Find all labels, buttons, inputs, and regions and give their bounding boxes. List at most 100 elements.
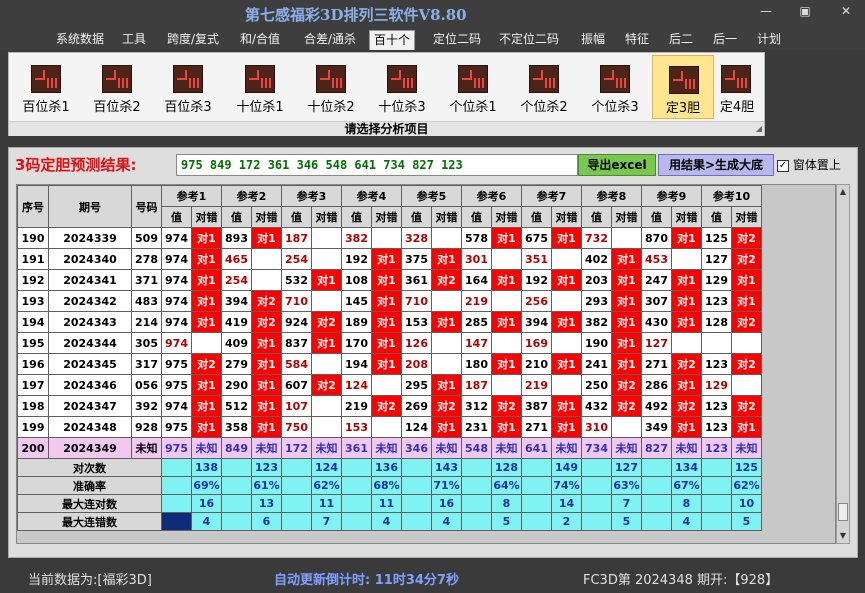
ref-value-cell: 123 (701, 437, 732, 459)
export-excel-button[interactable]: 导出excel (578, 154, 656, 176)
table-row[interactable]: 197 2024346 056 975 对1 290 对1 607 对2 124 295 对1 187 2… (17, 374, 762, 396)
ref-check-cell: 对2 (731, 248, 762, 270)
ref-value-cell: 219 (461, 290, 492, 312)
ref-check-cell: 对1 (371, 332, 402, 354)
column-header: 期号 (48, 185, 132, 228)
ribbon-button[interactable]: 百位杀1 (15, 55, 77, 119)
ref-value-cell: 974 (161, 395, 192, 417)
stats-spacer (701, 458, 732, 477)
stats-spacer (521, 458, 552, 477)
ref-value-cell: 974 (161, 290, 192, 312)
table-row[interactable]: 193 2024342 483 974 对1 394 对2 710 145 对1 710 219 256… (17, 290, 762, 312)
menu-item[interactable]: 系统数据 (52, 30, 108, 50)
ribbon-button[interactable]: 十位杀1 (229, 55, 291, 119)
ref-check-cell: 未知 (191, 437, 222, 459)
ribbon-button[interactable]: 百位杀2 (86, 55, 148, 119)
menu-item[interactable]: 百十个 (369, 30, 416, 50)
ref-check-cell: 对1 (251, 227, 282, 249)
ref-check-cell: 对2 (311, 374, 342, 396)
ribbon-button[interactable]: 个位杀2 (513, 55, 575, 119)
table-row[interactable]: 194 2024343 214 974 对1 419 对2 924 对2 189 对1 153 对1 28… (17, 311, 762, 333)
table-row[interactable]: 192 2024341 371 974 对1 254 532 对1 108 对1 361 对2 164 对… (17, 269, 762, 291)
ref-value-cell: 231 (461, 416, 492, 438)
ribbon-button[interactable]: 定4胆 (709, 55, 765, 119)
scroll-thumb[interactable] (838, 503, 848, 521)
table-row[interactable]: 190 2024339 509 974 对1 893 对1 187 382 328 578 对1 675… (17, 227, 762, 249)
table-row[interactable]: 198 2024347 392 974 对1 512 对1 107 219 对2 269 对2 312 对… (17, 395, 762, 417)
stats-spacer (341, 458, 372, 477)
ref-check-cell: 对2 (611, 395, 642, 417)
ref-value-cell: 250 (581, 374, 612, 396)
ribbon-button[interactable]: 个位杀3 (584, 55, 646, 119)
result-numbers-field[interactable]: 975 849 172 361 346 548 641 734 827 123 (176, 154, 578, 176)
menu-item[interactable]: 工具 (118, 30, 150, 50)
ref-value-cell: 358 (221, 416, 252, 438)
row-code: 509 (131, 227, 162, 249)
ref-value-cell: 286 (641, 374, 672, 396)
ref-check-cell (731, 332, 762, 354)
scroll-up-icon[interactable]: ▲ (838, 186, 848, 198)
table-row[interactable]: 195 2024344 305 974 409 对1 837 对1 170 对1 126 147 169… (17, 332, 762, 354)
ribbon-button[interactable]: 个位杀1 (442, 55, 504, 119)
ref-check-cell: 对1 (491, 311, 522, 333)
maximize-button[interactable]: ▣ (795, 4, 815, 18)
ribbon-button[interactable]: 十位杀2 (300, 55, 362, 119)
row-period: 2024341 (48, 269, 132, 291)
ref-check-cell: 对2 (731, 395, 762, 417)
pending-row[interactable]: 200 2024349 未知 975 未知 849 未知 172 未知 361 未知 346 未知 548… (17, 437, 762, 459)
ref-value-cell: 893 (221, 227, 252, 249)
stats-value: 69% (191, 476, 222, 495)
ref-check-cell: 对1 (491, 416, 522, 438)
table-row[interactable]: 199 2024348 928 975 对1 358 对1 750 153 124 对1 231 对1 2… (17, 416, 762, 438)
ref-value-cell: 975 (161, 374, 192, 396)
minimize-button[interactable]: — (756, 4, 776, 18)
reference-header: 参考4 (341, 185, 402, 207)
ref-check-cell: 对1 (371, 353, 402, 375)
stats-spacer (581, 458, 612, 477)
menu-item[interactable]: 跨度/复式 (163, 30, 223, 50)
generate-base-button[interactable]: 用结果>生成大底 (658, 154, 774, 176)
stats-spacer (281, 476, 312, 495)
stats-row: 对次数 138 123 124 136 143 128 149 127 134 125 (17, 458, 762, 477)
ref-check-cell: 对1 (371, 269, 402, 291)
stats-value: 127 (611, 458, 642, 477)
ref-value-cell: 254 (221, 269, 252, 291)
scroll-down-icon[interactable]: ▼ (838, 530, 848, 542)
reference-header: 参考9 (641, 185, 702, 207)
ribbon-expand-icon[interactable]: ◢ (756, 124, 762, 133)
stats-spacer (401, 458, 432, 477)
row-period: 2024349 (48, 437, 132, 459)
ref-value-cell: 123 (701, 416, 732, 438)
menu-item[interactable]: 定位二码 (429, 30, 485, 50)
checkbox-icon[interactable]: ✓ (777, 159, 789, 172)
topmost-toggle[interactable]: ✓ 窗体置上 (777, 156, 841, 173)
ribbon-button[interactable]: 十位杀3 (371, 55, 433, 119)
ref-value-cell: 675 (521, 227, 552, 249)
menu-item[interactable]: 后一 (709, 30, 741, 50)
ref-value-cell: 641 (521, 437, 552, 459)
table-row[interactable]: 196 2024345 317 975 对2 279 对1 584 194 对1 208 180 对1 2… (17, 353, 762, 375)
menu-item[interactable]: 计划 (753, 30, 785, 50)
table-row[interactable]: 191 2024340 278 974 对1 465 254 192 对1 375 对1 301 351… (17, 248, 762, 270)
ref-check-cell: 对1 (431, 248, 462, 270)
prediction-table: 序号 期号 号码 参考1 参考2 参考3 参考4 参考5 参考6 参考7 参考8 参考9 参考10 值对错… (17, 185, 762, 531)
menu-item[interactable]: 不定位二码 (495, 30, 563, 50)
menu-item[interactable]: 特征 (621, 30, 653, 50)
menu-item[interactable]: 合差/通杀 (300, 30, 360, 50)
ref-value-cell: 153 (401, 311, 432, 333)
ribbon-button[interactable]: 百位杀3 (157, 55, 219, 119)
menu-item[interactable]: 后二 (665, 30, 697, 50)
row-seq: 196 (17, 353, 49, 375)
stats-spacer (461, 512, 492, 531)
close-button[interactable]: ✕ (836, 4, 856, 18)
menu-item[interactable]: 和/合值 (236, 30, 284, 50)
menu-item[interactable]: 振幅 (577, 30, 609, 50)
ref-check-cell: 对1 (731, 269, 762, 291)
ref-check-cell: 对1 (551, 227, 582, 249)
chart-icon (721, 65, 751, 93)
ref-check-cell (371, 374, 402, 396)
ref-value-cell: 172 (281, 437, 312, 459)
ref-value-cell: 190 (581, 332, 612, 354)
vertical-scrollbar[interactable]: ▲ ▼ (836, 184, 850, 544)
ribbon-button[interactable]: 定3胆 (652, 55, 714, 119)
